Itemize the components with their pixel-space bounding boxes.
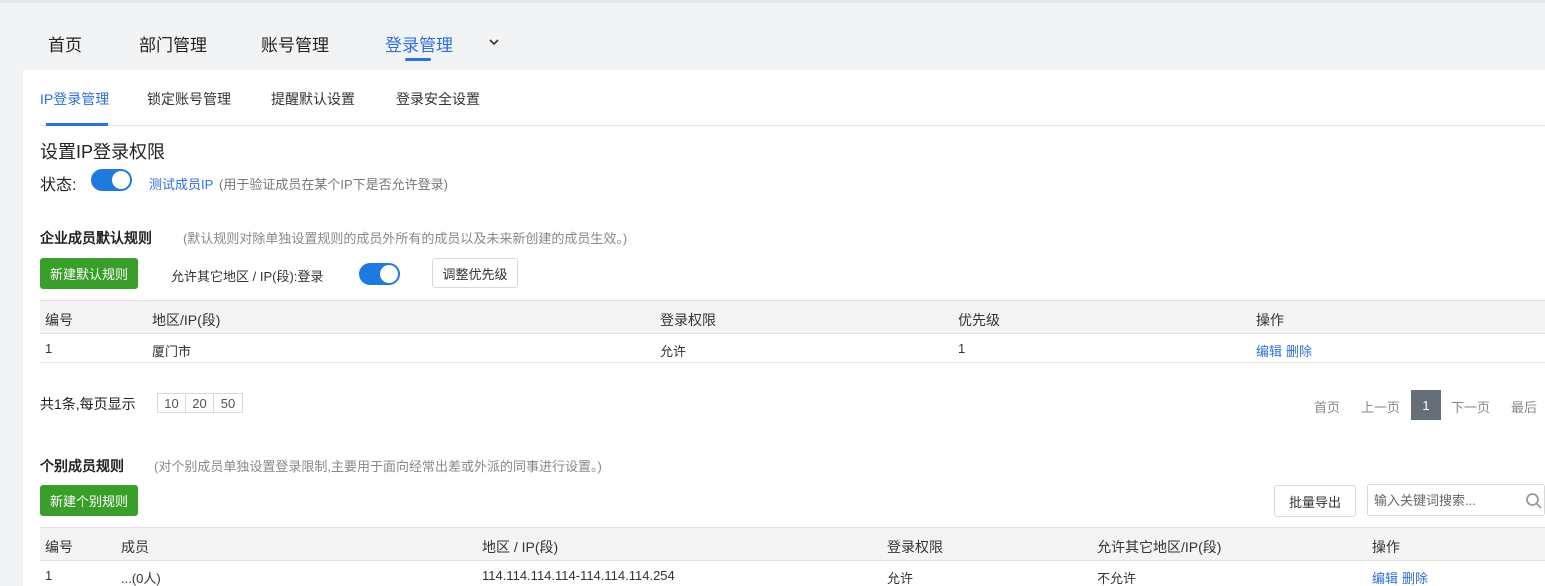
column-header-priority: 优先级 xyxy=(958,312,1000,328)
pagination-summary: 共1条,每页显示 xyxy=(40,396,136,412)
column-header-permission: 登录权限 xyxy=(887,539,943,555)
column-header-member: 成员 xyxy=(121,539,149,555)
individual-rules-title: 个别成员规则 xyxy=(40,458,124,474)
default-rules-title: 企业成员默认规则 xyxy=(40,230,152,246)
tab-locked-accounts[interactable]: 锁定账号管理 xyxy=(147,89,231,109)
column-header-actions: 操作 xyxy=(1372,539,1400,555)
new-individual-rule-button[interactable]: 新建个别规则 xyxy=(40,485,138,516)
test-member-ip-note: (用于验证成员在某个IP下是否允许登录) xyxy=(219,177,448,192)
default-rules-note: (默认规则对除单独设置规则的成员外所有的成员以及未来新创建的成员生效。) xyxy=(183,231,628,246)
tab-login-security[interactable]: 登录安全设置 xyxy=(396,89,480,109)
cell-actions: 编辑 删除 xyxy=(1372,568,1432,586)
pagination-current-page[interactable]: 1 xyxy=(1411,390,1441,420)
column-header-id: 编号 xyxy=(45,539,73,555)
column-header-region: 地区/IP(段) xyxy=(152,312,221,328)
tab-divider xyxy=(40,125,1545,126)
cell-id: 1 xyxy=(45,341,53,356)
page-size-10[interactable]: 10 xyxy=(158,394,186,412)
search-box xyxy=(1367,484,1545,516)
cell-member: ...(0人) xyxy=(121,571,161,586)
edit-link[interactable]: 编辑 xyxy=(1372,571,1398,586)
column-header-permission: 登录权限 xyxy=(660,312,716,328)
top-navigation: 首页 部门管理 账号管理 登录管理 xyxy=(0,0,1545,70)
topnav-item-accounts[interactable]: 账号管理 xyxy=(261,31,329,56)
pagination-first[interactable]: 首页 xyxy=(1314,397,1340,416)
delete-link[interactable]: 删除 xyxy=(1402,571,1428,586)
new-default-rule-button[interactable]: 新建默认规则 xyxy=(40,258,138,289)
pagination-prev[interactable]: 上一页 xyxy=(1361,397,1400,416)
column-header-actions: 操作 xyxy=(1256,312,1284,328)
topnav-active-indicator xyxy=(405,58,431,61)
edit-link[interactable]: 编辑 xyxy=(1256,344,1282,359)
chevron-down-icon[interactable] xyxy=(486,34,502,50)
column-header-ip-range: 地区 / IP(段) xyxy=(482,539,559,555)
table-row: 1 ...(0人) 114.114.114.114-114.114.114.25… xyxy=(40,561,1545,586)
tab-reminder-defaults[interactable]: 提醒默认设置 xyxy=(271,89,355,109)
section-title: 设置IP登录权限 xyxy=(40,142,166,162)
cell-allow-other: 不允许 xyxy=(1097,571,1137,586)
page-size-selector: 10 20 50 xyxy=(157,393,243,413)
toggle-knob xyxy=(380,265,398,283)
test-member-ip-link[interactable]: 测试成员IP xyxy=(149,174,213,193)
pagination-next[interactable]: 下一页 xyxy=(1451,397,1490,416)
cell-permission: 允许 xyxy=(887,571,914,586)
cell-priority: 1 xyxy=(958,341,966,356)
column-header-id: 编号 xyxy=(45,312,73,328)
topnav-item-login-management[interactable]: 登录管理 xyxy=(385,31,453,56)
search-icon[interactable] xyxy=(1525,492,1543,510)
delete-link[interactable]: 删除 xyxy=(1286,344,1312,359)
table-row: 1 厦门市 允许 1 编辑 删除 xyxy=(40,334,1545,363)
batch-export-button[interactable]: 批量导出 xyxy=(1274,485,1356,517)
toggle-knob xyxy=(112,171,130,189)
status-toggle[interactable] xyxy=(91,169,132,191)
page-size-50[interactable]: 50 xyxy=(214,394,242,412)
default-rules-table-header: 编号 地区/IP(段) 登录权限 优先级 操作 xyxy=(40,300,1545,334)
cell-id: 1 xyxy=(45,568,53,583)
cell-region: 厦门市 xyxy=(152,344,192,359)
page-size-20[interactable]: 20 xyxy=(186,394,214,412)
status-label: 状态: xyxy=(40,177,77,194)
individual-rules-note: (对个别成员单独设置登录限制,主要用于面向经常出差或外派的同事进行设置。) xyxy=(154,459,602,474)
cell-actions: 编辑 删除 xyxy=(1256,341,1316,360)
allow-other-label: 允许其它地区 / IP(段):登录 xyxy=(171,269,324,284)
topnav-item-departments[interactable]: 部门管理 xyxy=(139,31,207,56)
allow-other-toggle[interactable] xyxy=(359,263,400,285)
cell-permission: 允许 xyxy=(660,344,687,359)
main-panel: IP登录管理 锁定账号管理 提醒默认设置 登录安全设置 设置IP登录权限 状态:… xyxy=(23,70,1545,586)
topnav-item-home[interactable]: 首页 xyxy=(48,31,82,56)
cell-ip-range: 114.114.114.114-114.114.114.254 xyxy=(482,568,675,583)
tab-active-indicator xyxy=(46,123,108,126)
pagination-last[interactable]: 最后 xyxy=(1511,397,1537,416)
adjust-priority-button[interactable]: 调整优先级 xyxy=(432,258,518,288)
column-header-allow-other: 允许其它地区/IP(段) xyxy=(1097,539,1222,555)
individual-rules-table-header: 编号 成员 地区 / IP(段) 登录权限 允许其它地区/IP(段) 操作 xyxy=(40,527,1545,561)
tab-ip-login[interactable]: IP登录管理 xyxy=(40,89,109,109)
search-input[interactable] xyxy=(1374,491,1514,509)
